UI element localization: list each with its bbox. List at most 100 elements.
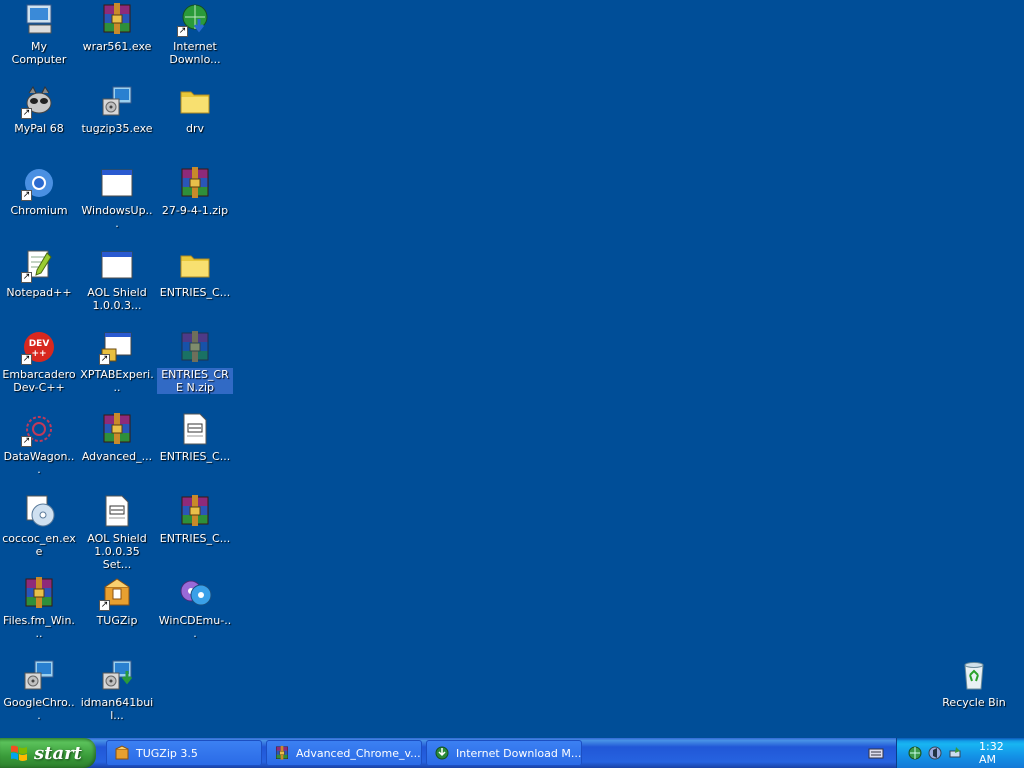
desktop-icon[interactable]: AOL Shield 1.0.0.35 Set... bbox=[79, 492, 155, 571]
start-button-label: start bbox=[34, 742, 82, 764]
shortcut-arrow-icon: ↗ bbox=[21, 436, 32, 447]
desktop-icon[interactable]: 27-9-4-1.zip bbox=[157, 164, 233, 240]
desktop-icon-label: ENTRIES_C... bbox=[159, 532, 231, 545]
keyboard-language-icon[interactable] bbox=[868, 746, 884, 760]
taskbar-button-label: Advanced_Chrome_v... bbox=[296, 746, 421, 760]
desktop-icon-label: XPTABExperi... bbox=[80, 368, 154, 394]
folder-icon bbox=[177, 247, 213, 283]
safely-remove-hardware-icon[interactable] bbox=[947, 745, 963, 761]
cd-installer-icon bbox=[21, 493, 57, 529]
shortcut-arrow-icon: ↗ bbox=[21, 108, 32, 119]
shortcut-arrow-icon: ↗ bbox=[21, 190, 32, 201]
desktop-icon[interactable]: ↗ XPTABExperi... bbox=[79, 328, 155, 404]
desktop-icon-recycle-bin[interactable]: Recycle Bin bbox=[936, 656, 1012, 732]
desktop-icon-label: Chromium bbox=[10, 204, 68, 217]
windows-logo-icon bbox=[10, 744, 28, 762]
desktop-icon-label: ENTRIES_C... bbox=[159, 450, 231, 463]
desktop-icon-label: MyPal 68 bbox=[14, 122, 64, 135]
desktop-icon[interactable]: WindowsUp... bbox=[79, 164, 155, 240]
winrar-icon bbox=[177, 165, 213, 201]
shortcut-arrow-icon: ↗ bbox=[99, 600, 110, 611]
winrar-icon bbox=[177, 329, 213, 365]
desktop-icon-label: 27-9-4-1.zip bbox=[161, 204, 229, 217]
xptab-icon: ↗ bbox=[99, 329, 135, 365]
desktop-icon-label: WinCDEmu-... bbox=[158, 614, 232, 640]
taskbar-button-advanced-chrome[interactable]: Advanced_Chrome_v... bbox=[266, 740, 422, 766]
wincdemu-icon bbox=[177, 575, 213, 611]
winrar-icon bbox=[99, 1, 135, 37]
desktop-icon-label: WindowsUp... bbox=[81, 204, 153, 230]
text-file-icon bbox=[177, 411, 213, 447]
recycle-bin-icon bbox=[956, 657, 992, 693]
desktop-icon[interactable]: ↗ Notepad++ bbox=[1, 246, 77, 322]
desktop-icon-label: DataWagon... bbox=[3, 450, 75, 476]
shortcut-arrow-icon: ↗ bbox=[177, 26, 188, 37]
taskbar-button-tugzip[interactable]: TUGZip 3.5 bbox=[106, 740, 262, 766]
taskbar-button-label: Internet Download M... bbox=[456, 746, 582, 760]
window-icon bbox=[99, 165, 135, 201]
desktop-icon-label: wrar561.exe bbox=[82, 40, 152, 53]
idm-icon bbox=[434, 745, 450, 761]
desktop-icon[interactable]: ↗ Chromium bbox=[1, 164, 77, 240]
desktop-icon[interactable]: idman641buil... bbox=[79, 656, 155, 732]
shortcut-arrow-icon: ↗ bbox=[21, 354, 32, 365]
desktop-icon[interactable]: ENTRIES_C... bbox=[157, 492, 233, 568]
desktop-icon-label: ENTRIES_CRE N.zip bbox=[157, 368, 233, 394]
desktop-icon-label: Internet Downlo... bbox=[169, 40, 221, 66]
desktop-icon-label: TUGZip bbox=[96, 614, 138, 627]
desktop-icon[interactable]: ENTRIES_CRE N.zip bbox=[157, 328, 233, 404]
desktop-icon[interactable]: tugzip35.exe bbox=[79, 82, 155, 158]
taskbar: start TUGZip 3.5 Advanced_Chrome_v... In… bbox=[0, 738, 1024, 768]
installer-icon bbox=[99, 83, 135, 119]
desktop-icon-label: coccoc_en.exe bbox=[2, 532, 76, 558]
chromium-icon: ↗ bbox=[21, 165, 57, 201]
winrar-icon bbox=[99, 411, 135, 447]
winrar-icon bbox=[21, 575, 57, 611]
desktop-icon[interactable]: drv bbox=[157, 82, 233, 158]
desktop-icon-label: GoogleChro... bbox=[3, 696, 75, 722]
network-tray-icon[interactable] bbox=[907, 745, 923, 761]
desktop-icon[interactable]: DEV ++ ↗ Embarcadero Dev-C++ bbox=[1, 328, 77, 404]
text-file-icon bbox=[99, 493, 135, 529]
mypal-icon: ↗ bbox=[21, 83, 57, 119]
desktop-icon[interactable]: WinCDEmu-... bbox=[157, 574, 233, 650]
desktop-icon[interactable]: wrar561.exe bbox=[79, 0, 155, 76]
system-tray: 1:32 AM bbox=[896, 738, 1024, 768]
desktop[interactable]: My Computer wrar561.exe ↗ Internet Downlo..… bbox=[0, 0, 1024, 738]
desktop-icon[interactable]: ENTRIES_C... bbox=[157, 246, 233, 322]
desktop-icon-label: idman641buil... bbox=[80, 696, 154, 722]
taskbar-button-internet-download-manager[interactable]: Internet Download M... bbox=[426, 740, 582, 766]
desktop-icon[interactable]: My Computer bbox=[1, 0, 77, 76]
desktop-icon[interactable]: AOL Shield 1.0.0.3... bbox=[79, 246, 155, 322]
desktop-icon-label: AOL Shield 1.0.0.3... bbox=[87, 286, 147, 312]
desktop-icon[interactable]: coccoc_en.exe bbox=[1, 492, 77, 568]
winrar-icon bbox=[274, 745, 290, 761]
window-icon bbox=[99, 247, 135, 283]
desktop-icon[interactable]: ↗ MyPal 68 bbox=[1, 82, 77, 158]
desktop-icon[interactable]: ↗ DataWagon... bbox=[1, 410, 77, 486]
start-button[interactable]: start bbox=[0, 738, 96, 768]
clock[interactable]: 1:32 AM bbox=[979, 740, 1024, 766]
desktop-icon-label: AOL Shield 1.0.0.35 Set... bbox=[87, 532, 147, 571]
desktop-icon[interactable]: Advanced_... bbox=[79, 410, 155, 486]
folder-icon bbox=[177, 83, 213, 119]
installer-icon bbox=[21, 657, 57, 693]
shortcut-arrow-icon: ↗ bbox=[99, 354, 110, 365]
desktop-icon[interactable]: ↗ TUGZip bbox=[79, 574, 155, 650]
desktop-icon-label: Files.fm_Win... bbox=[3, 614, 75, 640]
tugzip-icon: ↗ bbox=[99, 575, 135, 611]
notepadpp-icon: ↗ bbox=[21, 247, 57, 283]
desktop-icon-label: tugzip35.exe bbox=[81, 122, 153, 135]
svg-text:DEV: DEV bbox=[29, 339, 50, 349]
volume-tray-icon[interactable] bbox=[927, 745, 943, 761]
desktop-icon[interactable]: Files.fm_Win... bbox=[1, 574, 77, 650]
shortcut-arrow-icon: ↗ bbox=[21, 272, 32, 283]
datawagon-icon: ↗ bbox=[21, 411, 57, 447]
desktop-icon[interactable]: GoogleChro... bbox=[1, 656, 77, 732]
desktop-icon-label: Notepad++ bbox=[6, 286, 72, 299]
desktop-icon[interactable]: ↗ Internet Downlo... bbox=[157, 0, 233, 76]
desktop-icon-label: ENTRIES_C... bbox=[159, 286, 231, 299]
desktop-icon[interactable]: ENTRIES_C... bbox=[157, 410, 233, 486]
idm-installer-icon bbox=[99, 657, 135, 693]
taskbar-button-label: TUGZip 3.5 bbox=[136, 746, 198, 760]
